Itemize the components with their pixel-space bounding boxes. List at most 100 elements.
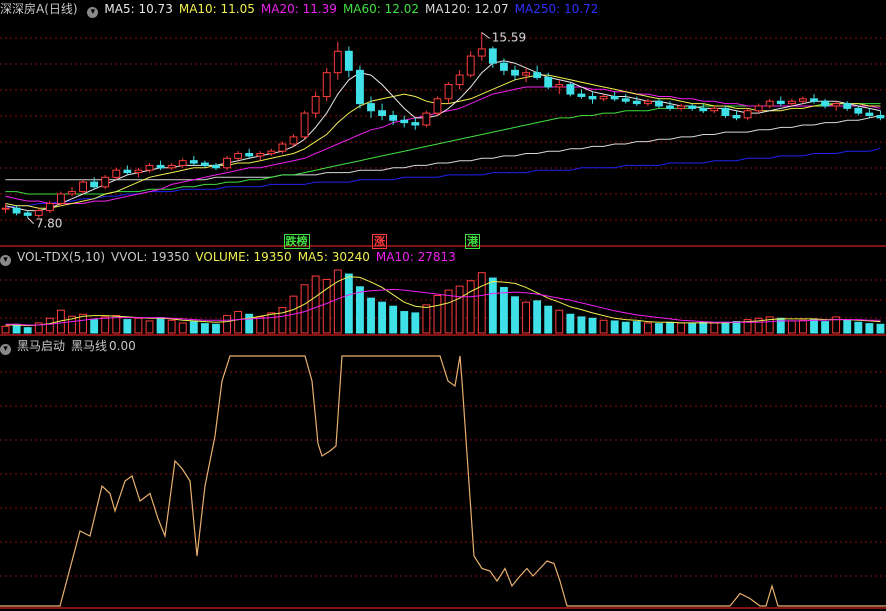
- candle-body: [367, 103, 375, 112]
- volume-bar: [499, 286, 508, 334]
- price-panel-header: 深深房A(日线) ▾ MA5: 10.73 MA10: 11.05 MA20: 11.…: [0, 0, 886, 18]
- candle-body: [444, 84, 453, 100]
- candle-body: [12, 207, 21, 214]
- candle-body: [1, 207, 10, 210]
- candle-body: [322, 72, 331, 97]
- volume-bar: [854, 321, 863, 334]
- volume-bar: [477, 272, 486, 334]
- dropdown-circle-icon[interactable]: ▾: [87, 7, 99, 18]
- volume-bar: [566, 313, 575, 334]
- dropdown-circle-icon[interactable]: ▾: [0, 344, 11, 355]
- candle-body: [821, 100, 830, 107]
- candle-body: [621, 98, 630, 102]
- volume-bar: [511, 296, 519, 334]
- candle-body: [34, 210, 43, 216]
- volume-bar: [522, 301, 530, 334]
- volume-bar: [167, 319, 176, 334]
- volume-bar: [787, 320, 796, 334]
- blackhorse-line: [0, 355, 886, 607]
- candle-body: [245, 153, 254, 157]
- stock-name[interactable]: 深深房A: [0, 2, 44, 16]
- candle-body: [776, 100, 785, 105]
- vol-label-vvol: VVOL: 19350: [111, 250, 190, 264]
- candle-body: [522, 72, 530, 76]
- candle-body: [400, 119, 409, 124]
- volume-bar: [256, 316, 265, 334]
- volume-bar: [843, 319, 852, 334]
- candle-body: [79, 181, 87, 193]
- vol-label-volume: VOLUME: 19350: [195, 250, 292, 264]
- bh-indicator-name[interactable]: 黑马启动: [17, 339, 65, 353]
- candle-body: [189, 160, 198, 164]
- signal-marker[interactable]: 跌榜: [283, 234, 310, 249]
- volume-bar: [245, 313, 254, 334]
- candle-body: [234, 153, 243, 159]
- stock-chart[interactable]: 15.59 7.80: [0, 0, 886, 611]
- candle-body: [311, 95, 320, 114]
- bh-panel-header: ▾ 黑马启动 黑马线 0.00: [0, 337, 886, 355]
- volume-bar: [223, 315, 231, 334]
- candle-body: [688, 105, 697, 109]
- vol-indicator-name[interactable]: VOL-TDX(5,10): [17, 250, 105, 264]
- candle-body: [577, 93, 586, 97]
- volume-bar: [400, 311, 409, 334]
- candle-body: [721, 107, 730, 116]
- volume-bar: [356, 286, 364, 334]
- volume-bar: [134, 317, 143, 334]
- period-label[interactable]: (日线): [44, 2, 77, 16]
- volume-bar: [588, 317, 597, 334]
- volume-bar: [234, 311, 243, 334]
- ma-label-ma60: MA60: 12.02: [342, 2, 419, 16]
- volume-bar: [555, 309, 564, 334]
- volume-bar: [466, 280, 475, 334]
- candle-body: [544, 76, 553, 88]
- volume-bar: [599, 319, 608, 334]
- signal-marker[interactable]: 涨: [372, 234, 388, 249]
- ma-label-ma120: MA120: 12.07: [424, 2, 509, 16]
- candle-body: [477, 48, 486, 57]
- volume-bar: [455, 285, 464, 334]
- volume-bar: [45, 317, 54, 334]
- candle-body: [300, 112, 309, 138]
- volume-bar: [732, 321, 741, 334]
- ma-line-ma20: [5, 86, 881, 204]
- min-marker: [27, 217, 35, 225]
- candle-body: [832, 103, 841, 107]
- volume-bar: [1, 325, 10, 334]
- candle-body: [45, 202, 54, 212]
- candle-body: [511, 69, 519, 76]
- volume-bar: [544, 305, 553, 334]
- ma-label-ma10: MA10: 11.05: [178, 2, 255, 16]
- vol-label-ma5: MA5: 30240: [297, 250, 370, 264]
- volume-bar: [821, 321, 830, 334]
- volume-bar: [666, 321, 674, 334]
- candle-body: [588, 95, 597, 100]
- candle-body: [101, 176, 110, 188]
- volume-bar: [799, 319, 807, 334]
- candle-body: [765, 100, 774, 107]
- signal-marker[interactable]: 港: [465, 234, 481, 249]
- candle-body: [555, 84, 564, 88]
- vol-label-ma10: MA10: 27813: [375, 250, 456, 264]
- dropdown-circle-icon[interactable]: ▾: [0, 255, 11, 266]
- candle-body: [533, 72, 542, 78]
- candle-body: [566, 84, 575, 95]
- candle-body: [411, 122, 420, 126]
- candle-body: [167, 164, 176, 169]
- volume-bar: [577, 316, 586, 334]
- candle-body: [56, 193, 65, 204]
- candle-body: [212, 164, 220, 169]
- ma-legend: MA5: 10.73 MA10: 11.05 MA20: 11.39 MA60: 12…: [104, 2, 604, 16]
- volume-bar: [643, 322, 652, 334]
- candle-body: [278, 143, 287, 152]
- volume-bar: [123, 319, 132, 334]
- volume-bar: [876, 323, 885, 334]
- vol-panel-header: ▾ VOL-TDX(5,10) VVOL: 19350 VOLUME: 19350 MA…: [0, 248, 886, 266]
- candle-body: [256, 153, 265, 157]
- volume-bar: [178, 322, 187, 334]
- candle-body: [632, 100, 641, 105]
- max-price-label: 15.59: [492, 31, 526, 45]
- candle-body: [200, 162, 209, 166]
- volume-bar: [367, 297, 375, 334]
- volume-bar: [267, 312, 276, 334]
